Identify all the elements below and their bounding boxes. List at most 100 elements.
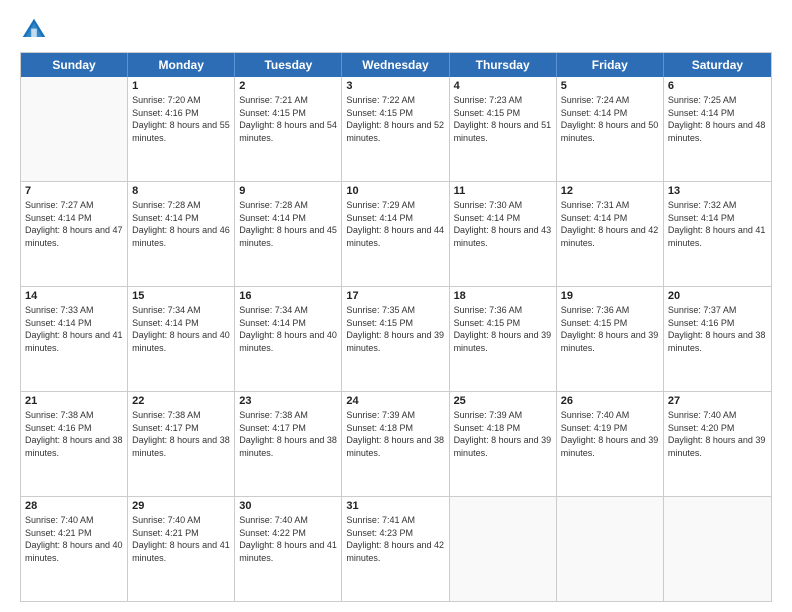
- calendar-cell: 11 Sunrise: 7:30 AMSunset: 4:14 PMDayligh…: [450, 182, 557, 286]
- day-number: 11: [454, 185, 552, 197]
- day-number: 22: [132, 395, 230, 407]
- calendar-cell: 3 Sunrise: 7:22 AMSunset: 4:15 PMDaylight…: [342, 77, 449, 181]
- calendar-cell: 19Sunrise: 7:36 AMSunset: 4:15 PMDayligh…: [557, 287, 664, 391]
- day-number: 14: [25, 290, 123, 302]
- day-info: Sunrise: 7:38 AMSunset: 4:16 PMDaylight:…: [25, 409, 123, 459]
- day-number: 7: [25, 185, 123, 197]
- calendar-cell: 31 Sunrise: 7:41 AMSunset: 4:23 PMDayligh…: [342, 497, 449, 601]
- day-info: Sunrise: 7:24 AMSunset: 4:14 PMDaylight:…: [561, 94, 659, 144]
- calendar-cell: 24 Sunrise: 7:39 AMSunset: 4:18 PMDayligh…: [342, 392, 449, 496]
- calendar: SundayMondayTuesdayWednesdayThursdayFrid…: [20, 52, 772, 602]
- calendar-cell: 28Sunrise: 7:40 AMSunset: 4:21 PMDayligh…: [21, 497, 128, 601]
- day-info: Sunrise: 7:27 AMSunset: 4:14 PMDaylight:…: [25, 199, 123, 249]
- day-number: 8: [132, 185, 230, 197]
- calendar-week: 14 Sunrise: 7:33 AMSunset: 4:14 PMDayligh…: [21, 287, 771, 392]
- day-number: 20: [668, 290, 767, 302]
- weekday-header: Sunday: [21, 53, 128, 77]
- calendar-cell: [557, 497, 664, 601]
- day-info: Sunrise: 7:41 AMSunset: 4:23 PMDaylight:…: [346, 514, 444, 564]
- weekday-header: Tuesday: [235, 53, 342, 77]
- calendar-cell: 16 Sunrise: 7:34 AMSunset: 4:14 PMDayligh…: [235, 287, 342, 391]
- day-info: Sunrise: 7:39 AMSunset: 4:18 PMDaylight:…: [346, 409, 444, 459]
- calendar-cell: 18 Sunrise: 7:36 AMSunset: 4:15 PMDayligh…: [450, 287, 557, 391]
- calendar-cell: 5 Sunrise: 7:24 AMSunset: 4:14 PMDaylight…: [557, 77, 664, 181]
- day-number: 12: [561, 185, 659, 197]
- calendar-body: 1 Sunrise: 7:20 AMSunset: 4:16 PMDaylight…: [21, 77, 771, 601]
- calendar-cell: 12 Sunrise: 7:31 AMSunset: 4:14 PMDayligh…: [557, 182, 664, 286]
- calendar-cell: 25Sunrise: 7:39 AMSunset: 4:18 PMDayligh…: [450, 392, 557, 496]
- day-info: Sunrise: 7:40 AMSunset: 4:21 PMDaylight:…: [132, 514, 230, 564]
- calendar-cell: 9Sunrise: 7:28 AMSunset: 4:14 PMDaylight…: [235, 182, 342, 286]
- calendar-header: SundayMondayTuesdayWednesdayThursdayFrid…: [21, 53, 771, 77]
- day-info: Sunrise: 7:28 AMSunset: 4:14 PMDaylight:…: [239, 199, 337, 249]
- day-info: Sunrise: 7:32 AMSunset: 4:14 PMDaylight:…: [668, 199, 767, 249]
- weekday-header: Saturday: [664, 53, 771, 77]
- calendar-cell: 13 Sunrise: 7:32 AMSunset: 4:14 PMDayligh…: [664, 182, 771, 286]
- day-info: Sunrise: 7:31 AMSunset: 4:14 PMDaylight:…: [561, 199, 659, 249]
- calendar-cell: 10Sunrise: 7:29 AMSunset: 4:14 PMDayligh…: [342, 182, 449, 286]
- calendar-cell: 7 Sunrise: 7:27 AMSunset: 4:14 PMDaylight…: [21, 182, 128, 286]
- calendar-cell: 27 Sunrise: 7:40 AMSunset: 4:20 PMDayligh…: [664, 392, 771, 496]
- day-number: 13: [668, 185, 767, 197]
- day-info: Sunrise: 7:33 AMSunset: 4:14 PMDaylight:…: [25, 304, 123, 354]
- calendar-cell: 4 Sunrise: 7:23 AMSunset: 4:15 PMDaylight…: [450, 77, 557, 181]
- day-info: Sunrise: 7:40 AMSunset: 4:19 PMDaylight:…: [561, 409, 659, 459]
- calendar-week: 28 Sunrise: 7:40 AMSunset: 4:21 PMDayligh…: [21, 497, 771, 601]
- day-number: 18: [454, 290, 552, 302]
- calendar-cell: 15 Sunrise: 7:34 AMSunset: 4:14 PMDayligh…: [128, 287, 235, 391]
- day-info: Sunrise: 7:34 AMSunset: 4:14 PMDaylight:…: [239, 304, 337, 354]
- day-info: Sunrise: 7:36 AMSunset: 4:15 PMDaylight:…: [454, 304, 552, 354]
- calendar-cell: 17 Sunrise: 7:35 AMSunset: 4:15 PMDayligh…: [342, 287, 449, 391]
- calendar-cell: [664, 497, 771, 601]
- day-info: Sunrise: 7:35 AMSunset: 4:15 PMDaylight:…: [346, 304, 444, 354]
- calendar-cell: 2 Sunrise: 7:21 AMSunset: 4:15 PMDaylight…: [235, 77, 342, 181]
- day-info: Sunrise: 7:21 AMSunset: 4:15 PMDaylight:…: [239, 94, 337, 144]
- calendar-cell: 23 Sunrise: 7:38 AMSunset: 4:17 PMDayligh…: [235, 392, 342, 496]
- day-number: 30: [239, 500, 337, 512]
- calendar-cell: 29 Sunrise: 7:40 AMSunset: 4:21 PMDayligh…: [128, 497, 235, 601]
- page: SundayMondayTuesdayWednesdayThursdayFrid…: [0, 0, 792, 612]
- day-number: 15: [132, 290, 230, 302]
- day-number: 2: [239, 80, 337, 92]
- calendar-cell: 1 Sunrise: 7:20 AMSunset: 4:16 PMDaylight…: [128, 77, 235, 181]
- calendar-cell: 30 Sunrise: 7:40 AMSunset: 4:22 PMDayligh…: [235, 497, 342, 601]
- day-number: 24: [346, 395, 444, 407]
- day-number: 5: [561, 80, 659, 92]
- day-info: Sunrise: 7:23 AMSunset: 4:15 PMDaylight:…: [454, 94, 552, 144]
- calendar-cell: [21, 77, 128, 181]
- day-info: Sunrise: 7:40 AMSunset: 4:22 PMDaylight:…: [239, 514, 337, 564]
- calendar-week: 21Sunrise: 7:38 AMSunset: 4:16 PMDayligh…: [21, 392, 771, 497]
- day-info: Sunrise: 7:28 AMSunset: 4:14 PMDaylight:…: [132, 199, 230, 249]
- day-info: Sunrise: 7:34 AMSunset: 4:14 PMDaylight:…: [132, 304, 230, 354]
- day-number: 17: [346, 290, 444, 302]
- logo-icon: [20, 16, 48, 44]
- weekday-header: Wednesday: [342, 53, 449, 77]
- day-number: 29: [132, 500, 230, 512]
- day-number: 19: [561, 290, 659, 302]
- day-number: 10: [346, 185, 444, 197]
- day-number: 28: [25, 500, 123, 512]
- day-info: Sunrise: 7:20 AMSunset: 4:16 PMDaylight:…: [132, 94, 230, 144]
- day-info: Sunrise: 7:38 AMSunset: 4:17 PMDaylight:…: [239, 409, 337, 459]
- day-number: 4: [454, 80, 552, 92]
- day-number: 26: [561, 395, 659, 407]
- calendar-week: 7 Sunrise: 7:27 AMSunset: 4:14 PMDaylight…: [21, 182, 771, 287]
- calendar-cell: 26 Sunrise: 7:40 AMSunset: 4:19 PMDayligh…: [557, 392, 664, 496]
- day-number: 3: [346, 80, 444, 92]
- calendar-cell: 6 Sunrise: 7:25 AMSunset: 4:14 PMDaylight…: [664, 77, 771, 181]
- day-info: Sunrise: 7:22 AMSunset: 4:15 PMDaylight:…: [346, 94, 444, 144]
- day-info: Sunrise: 7:25 AMSunset: 4:14 PMDaylight:…: [668, 94, 767, 144]
- calendar-cell: 22Sunrise: 7:38 AMSunset: 4:17 PMDayligh…: [128, 392, 235, 496]
- day-number: 27: [668, 395, 767, 407]
- calendar-cell: 14 Sunrise: 7:33 AMSunset: 4:14 PMDayligh…: [21, 287, 128, 391]
- calendar-cell: 20Sunrise: 7:37 AMSunset: 4:16 PMDayligh…: [664, 287, 771, 391]
- weekday-header: Thursday: [450, 53, 557, 77]
- day-number: 23: [239, 395, 337, 407]
- day-info: Sunrise: 7:30 AMSunset: 4:14 PMDaylight:…: [454, 199, 552, 249]
- day-info: Sunrise: 7:40 AMSunset: 4:20 PMDaylight:…: [668, 409, 767, 459]
- day-number: 16: [239, 290, 337, 302]
- day-number: 6: [668, 80, 767, 92]
- day-number: 1: [132, 80, 230, 92]
- header: [20, 16, 772, 44]
- day-number: 31: [346, 500, 444, 512]
